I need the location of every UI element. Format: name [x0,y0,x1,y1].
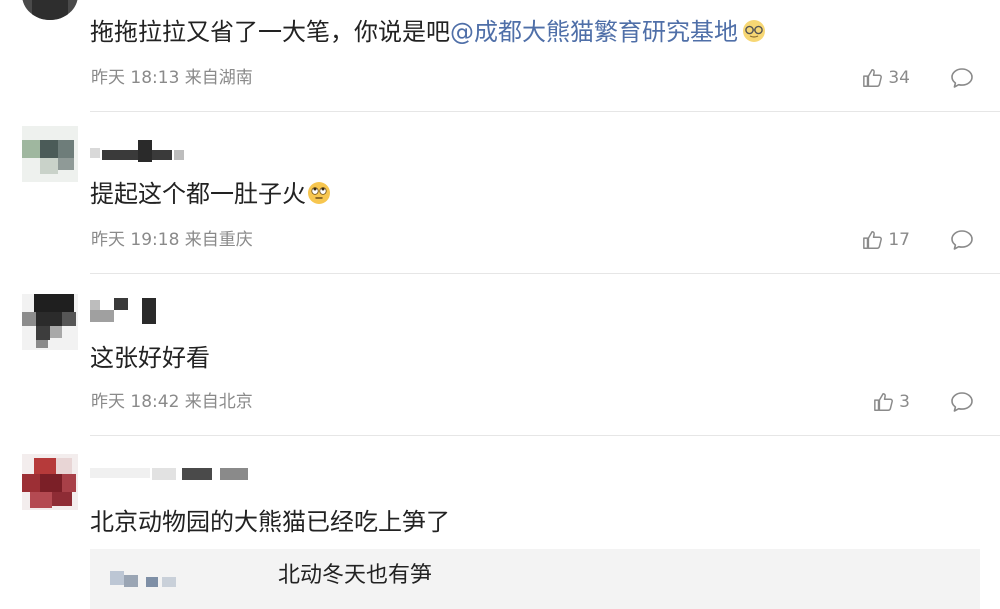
comment-meta: 昨天 18:42 来自北京 [91,392,253,412]
reply-button[interactable] [950,229,974,251]
like-button[interactable]: 17 [862,229,910,251]
comment-meta: 昨天 19:18 来自重庆 [91,230,253,250]
avatar[interactable] [22,0,78,20]
sub-reply-text: 北动冬天也有笋 [278,563,433,588]
avatar [110,559,180,589]
comment-meta: 昨天 18:13 来自湖南 [91,68,253,88]
like-count: 34 [888,68,910,88]
comment-body: 拖拖拉拉又省了一大笔，你说是吧 [90,18,450,46]
comment-text: 提起这个都一肚子火 [90,178,331,213]
comment-actions: 34 [862,66,974,90]
like-button[interactable]: 34 [862,67,910,89]
reply-button[interactable] [950,391,974,413]
comment-body: 提起这个都一肚子火 [90,180,306,208]
thumbs-up-icon [863,69,883,87]
comment-item: 这张好好看 昨天 18:42 来自北京 3 [0,274,1000,436]
sub-reply-box[interactable]: 北动冬天也有笋 [90,549,980,609]
eye-roll-emoji [307,181,331,213]
comment-body: 这张好好看 [90,344,210,372]
comment-actions: 17 [862,228,974,252]
username-blurred[interactable] [90,138,270,162]
comment-body: 北京动物园的大熊猫已经吃上笋了 [90,508,450,536]
username-blurred[interactable] [90,298,270,324]
comment-text: 拖拖拉拉又省了一大笔，你说是吧@成都大熊猫繁育研究基地 [90,16,766,51]
avatar[interactable] [22,454,78,510]
comment-bubble-icon [951,68,973,88]
like-count: 17 [888,230,910,250]
comment-actions: 3 [873,390,974,414]
username-blurred[interactable] [90,468,270,492]
comment-text: 这张好好看 [90,342,210,374]
like-button[interactable]: 3 [873,391,910,413]
comment-bubble-icon [951,392,973,412]
glasses-face-emoji [742,19,766,51]
avatar[interactable] [22,294,78,350]
comment-bubble-icon [951,230,973,250]
thumbs-up-icon [874,393,894,411]
comment-item: 提起这个都一肚子火 昨天 19:18 来自重庆 17 [0,112,1000,274]
comment-text: 北京动物园的大熊猫已经吃上笋了 [90,506,450,538]
avatar[interactable] [22,126,78,182]
comment-item: 拖拖拉拉又省了一大笔，你说是吧@成都大熊猫繁育研究基地 昨天 18:13 来自湖… [0,0,1000,112]
reply-button[interactable] [950,67,974,89]
mention-link[interactable]: @成都大熊猫繁育研究基地 [450,18,738,46]
thumbs-up-icon [863,231,883,249]
like-count: 3 [899,392,910,412]
